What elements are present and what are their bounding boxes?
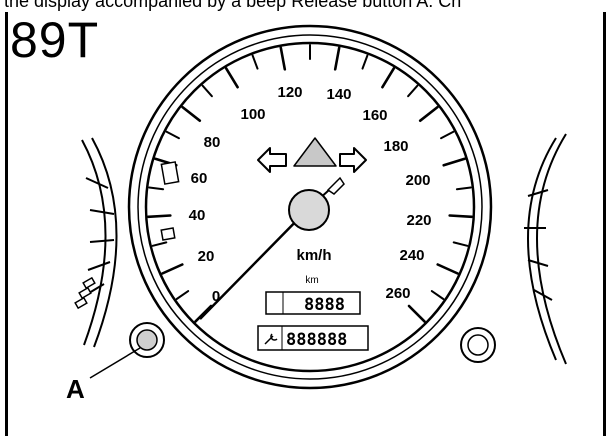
left-gauge-bars (74, 276, 96, 310)
left-gauge-ticks (83, 177, 115, 297)
indicator-box-upper (160, 161, 180, 185)
trip-display: 8888 (265, 291, 361, 315)
speed-unit-label: km/h (296, 247, 331, 264)
scale-label-220: 220 (406, 212, 431, 229)
callout-a-label: A (66, 374, 85, 404)
reset-button-a[interactable] (129, 322, 165, 358)
instrument-cluster-diagram: 0 20 40 60 80 100 120 140 160 180 200 22… (66, 24, 567, 404)
odometer-display-value: 888888 (286, 330, 347, 350)
scale-label-180: 180 (383, 138, 408, 155)
odometer-display: 888888 (257, 325, 369, 351)
speed-tick (147, 214, 172, 219)
scale-label-200: 200 (405, 172, 430, 189)
right-adjacent-gauge (524, 133, 567, 365)
scale-label-160: 160 (362, 107, 387, 124)
speed-tick (448, 214, 474, 219)
trip-unit-label: km (305, 275, 318, 286)
scale-label-140: 140 (326, 86, 351, 103)
indicator-box-lower (160, 227, 176, 241)
scale-label-60: 60 (191, 170, 208, 187)
scale-label-240: 240 (399, 247, 424, 264)
trip-display-value: 8888 (304, 295, 345, 315)
scale-label-40: 40 (189, 207, 206, 224)
scale-label-80: 80 (204, 134, 221, 151)
scale-label-260: 260 (385, 285, 410, 302)
scale-label-120: 120 (277, 84, 302, 101)
scale-label-20: 20 (198, 248, 215, 265)
needle-hub (288, 189, 330, 231)
callout-a: A (66, 347, 141, 404)
right-knob-button[interactable] (460, 327, 496, 363)
left-adjacent-gauge (74, 137, 118, 348)
scale-label-100: 100 (240, 106, 265, 123)
